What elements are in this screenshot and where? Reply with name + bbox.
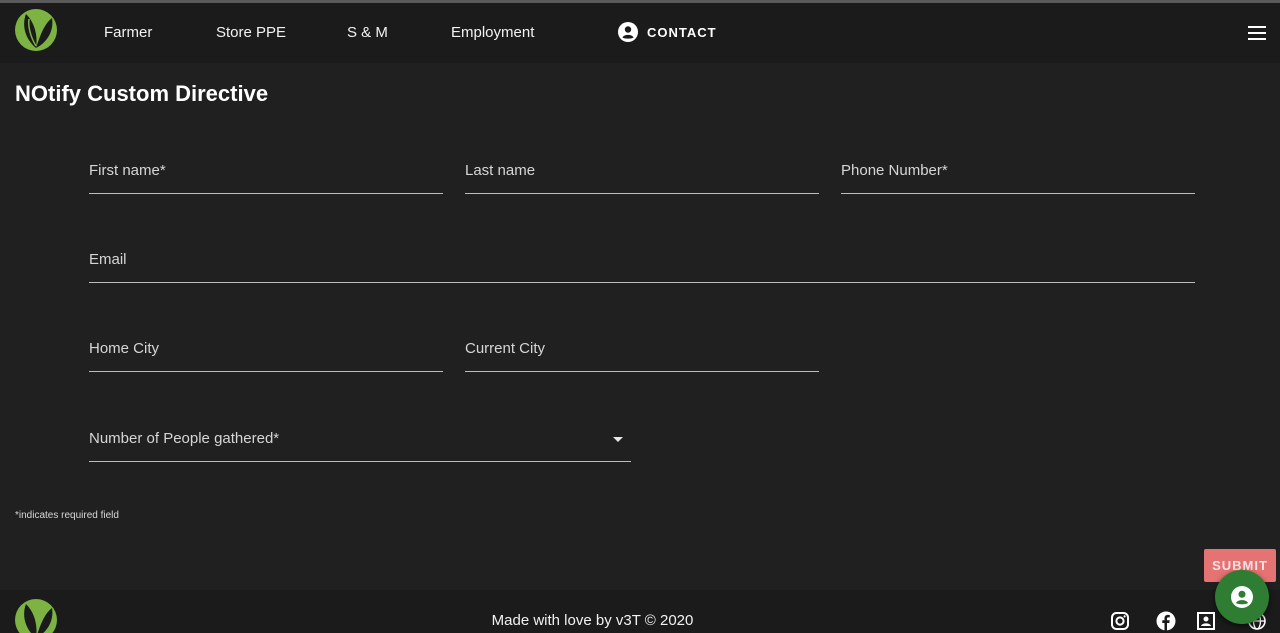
footer: Made with love by v3T © 2020	[0, 590, 1280, 633]
account-circle-icon	[1231, 586, 1253, 608]
dropdown-arrow-icon	[613, 437, 623, 442]
contact-button[interactable]: CONTACT	[618, 22, 717, 42]
email-field[interactable]: Email	[89, 243, 1195, 283]
people-count-select[interactable]: Number of People gathered*	[89, 422, 631, 462]
phone-number-label: Phone Number*	[841, 162, 948, 179]
first-name-label: First name*	[89, 162, 166, 179]
hamburger-menu-icon[interactable]	[1247, 24, 1267, 42]
page-title: NOtify Custom Directive	[15, 81, 269, 106]
nav-link-s-and-m[interactable]: S & M	[347, 24, 388, 41]
nav-link-store-ppe[interactable]: Store PPE	[216, 24, 286, 41]
last-name-label: Last name	[465, 162, 536, 179]
contact-card-icon[interactable]	[1196, 611, 1216, 631]
first-name-field[interactable]: First name*	[89, 154, 443, 194]
instagram-icon[interactable]	[1110, 611, 1130, 631]
footer-credit: Made with love by v3T © 2020	[491, 612, 694, 629]
current-city-label: Current City	[465, 340, 546, 357]
last-name-field[interactable]: Last name	[465, 154, 819, 194]
required-field-note: *indicates required field	[15, 510, 119, 521]
contact-label: CONTACT	[647, 24, 717, 40]
home-city-label: Home City	[89, 340, 160, 357]
home-city-field[interactable]: Home City	[89, 332, 443, 372]
nav-link-employment[interactable]: Employment	[451, 24, 534, 41]
navbar: Farmer Store PPE S & M Employment CONTAC…	[0, 3, 1280, 63]
current-city-field[interactable]: Current City	[465, 332, 819, 372]
leaf-logo-icon[interactable]	[14, 8, 58, 52]
people-count-label: Number of People gathered*	[89, 430, 280, 447]
nav-link-farmer[interactable]: Farmer	[104, 24, 152, 41]
account-circle-icon	[618, 22, 638, 42]
facebook-icon[interactable]	[1156, 611, 1176, 631]
phone-number-field[interactable]: Phone Number*	[841, 154, 1195, 194]
email-label: Email	[89, 251, 127, 268]
account-fab-button[interactable]	[1215, 570, 1269, 624]
